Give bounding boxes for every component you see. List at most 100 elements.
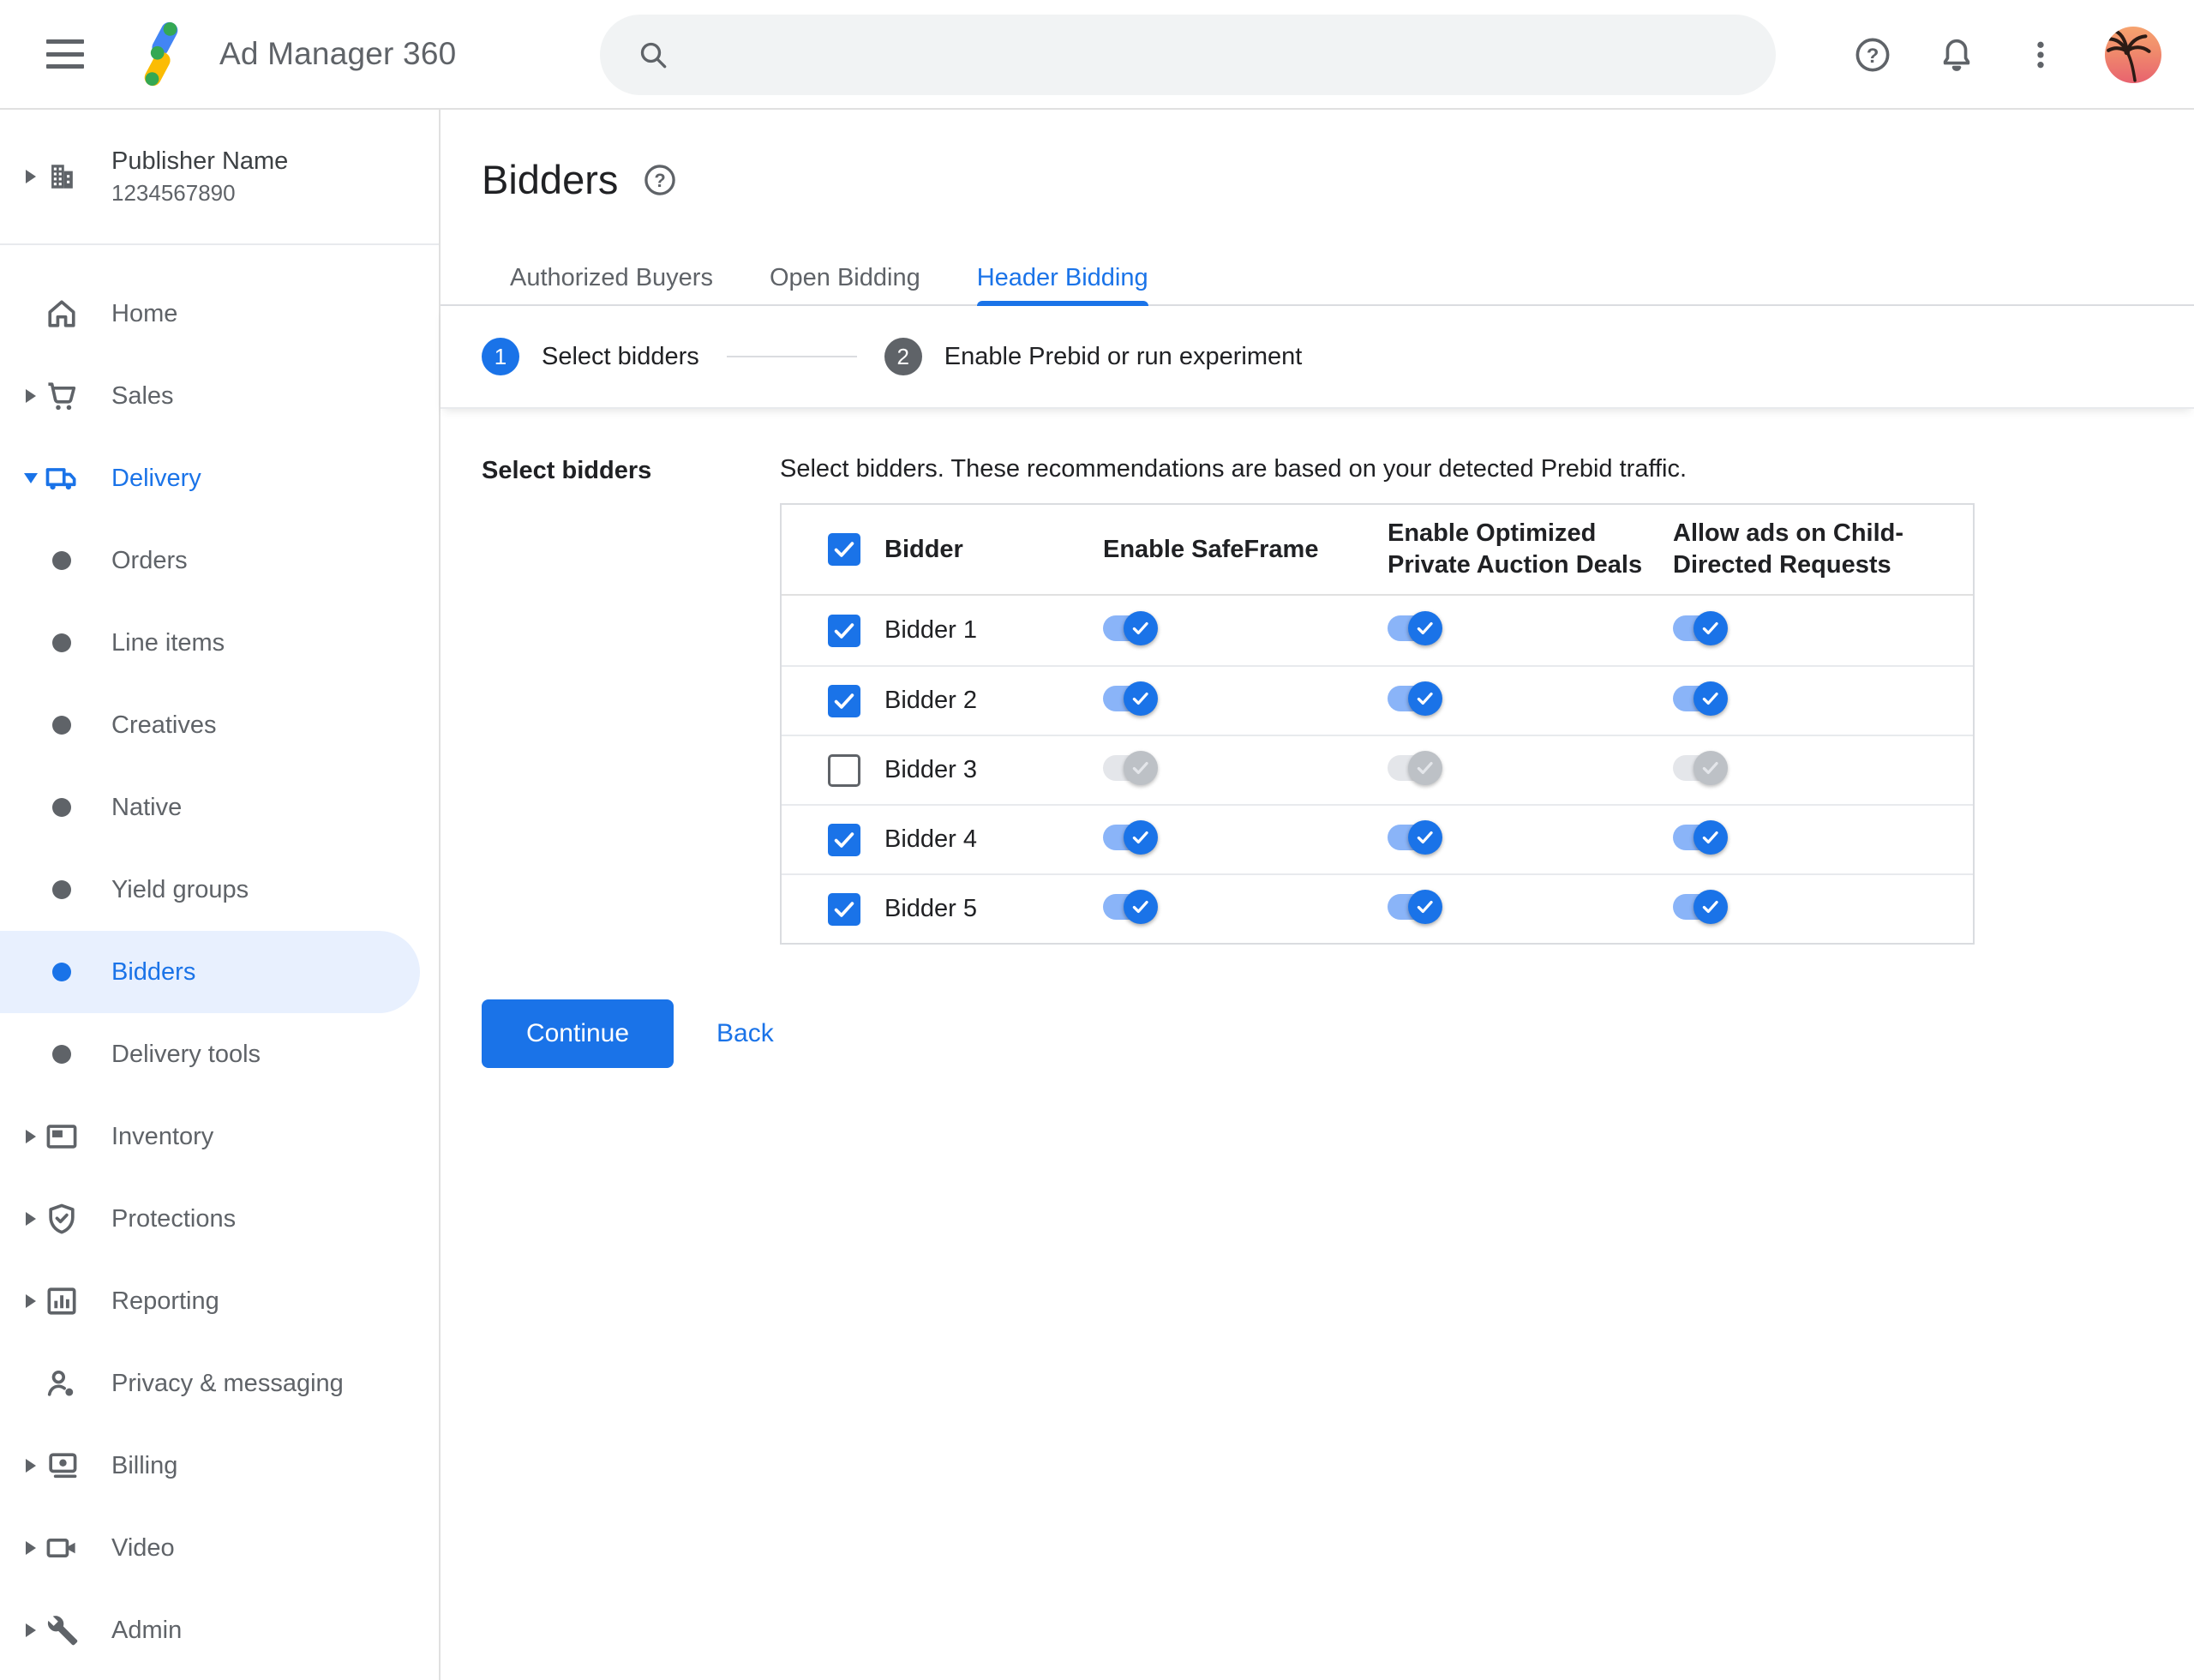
child-directed-toggle[interactable]: [1673, 610, 1728, 646]
sidebar-item-label: Native: [111, 793, 183, 821]
safeframe-toggle[interactable]: [1103, 750, 1158, 786]
search-bar[interactable]: [600, 15, 1776, 95]
optimized-deals-toggle[interactable]: [1388, 889, 1442, 925]
bar-chart-icon: [41, 1281, 82, 1322]
caret-right-icon: [22, 1457, 39, 1474]
sidebar-item-label: Billing: [111, 1451, 178, 1479]
continue-button[interactable]: Continue: [482, 999, 674, 1068]
step-label: Select bidders: [542, 342, 699, 370]
bullet-icon: [41, 1034, 82, 1075]
sidebar: Publisher Name 1234567890 Home Sales Del…: [0, 110, 441, 1680]
bidder-name: Bidder 2: [884, 687, 978, 714]
sidebar-item-video[interactable]: Video: [0, 1507, 439, 1589]
optimized-deals-toggle[interactable]: [1388, 819, 1442, 855]
stepper: 1 Select bidders 2 Enable Prebid or run …: [441, 306, 2194, 409]
bullet-icon: [41, 951, 82, 993]
sidebar-item-native[interactable]: Native: [0, 766, 439, 849]
select-bidders-section: Select bidders Select bidders. These rec…: [441, 409, 2194, 945]
optimized-deals-toggle[interactable]: [1388, 681, 1442, 717]
topbar-actions: ?: [1853, 0, 2161, 110]
page-help-icon[interactable]: ?: [642, 162, 678, 198]
sidebar-item-label: Home: [111, 299, 178, 327]
more-vert-icon[interactable]: [2021, 35, 2060, 75]
search-input[interactable]: [670, 15, 1776, 95]
bidder-name: Bidder 1: [884, 616, 978, 644]
home-icon: [41, 293, 82, 334]
tab-authorized-buyers[interactable]: Authorized Buyers: [482, 251, 741, 304]
step-label: Enable Prebid or run experiment: [944, 342, 1303, 370]
step-enable-prebid: 2 Enable Prebid or run experiment: [884, 338, 1303, 375]
sidebar-item-sales[interactable]: Sales: [0, 355, 439, 437]
sidebar-item-bidders[interactable]: Bidders: [0, 931, 420, 1013]
safeframe-toggle[interactable]: [1103, 610, 1158, 646]
sidebar-item-admin[interactable]: Admin: [0, 1589, 439, 1671]
child-directed-toggle[interactable]: [1673, 889, 1728, 925]
column-header-child-directed: Allow ads on Child-Directed Requests: [1673, 519, 1904, 579]
search-icon: [640, 42, 667, 69]
inventory-icon: [41, 1116, 82, 1157]
table-row: Bidder 3: [782, 735, 1973, 804]
column-header-safeframe: Enable SafeFrame: [1103, 535, 1319, 563]
avatar[interactable]: [2105, 27, 2161, 83]
optimized-deals-toggle[interactable]: [1388, 750, 1442, 786]
child-directed-toggle[interactable]: [1673, 681, 1728, 717]
tab-header-bidding[interactable]: Header Bidding: [949, 251, 1177, 306]
sidebar-item-label: Orders: [111, 546, 188, 574]
sidebar-item-label: Line items: [111, 628, 225, 657]
child-directed-toggle[interactable]: [1673, 750, 1728, 786]
safeframe-toggle[interactable]: [1103, 889, 1158, 925]
help-icon[interactable]: ?: [1853, 35, 1892, 75]
cart-icon: [41, 375, 82, 417]
row-checkbox[interactable]: [828, 823, 860, 856]
optimized-deals-toggle[interactable]: [1388, 610, 1442, 646]
child-directed-toggle[interactable]: [1673, 819, 1728, 855]
publisher-selector[interactable]: Publisher Name 1234567890: [0, 110, 439, 245]
safeframe-toggle[interactable]: [1103, 819, 1158, 855]
sidebar-item-label: Protections: [111, 1204, 237, 1233]
caret-right-icon: [22, 1293, 39, 1310]
row-checkbox[interactable]: [828, 684, 860, 717]
step-select-bidders: 1 Select bidders: [482, 338, 699, 375]
row-checkbox[interactable]: [828, 753, 860, 787]
section-description: Select bidders. These recommendations ar…: [780, 455, 1687, 483]
row-checkbox[interactable]: [828, 892, 860, 926]
tab-open-bidding[interactable]: Open Bidding: [741, 251, 949, 304]
caret-right-icon: [22, 1539, 39, 1557]
sidebar-item-home[interactable]: Home: [0, 273, 439, 355]
sidebar-item-delivery[interactable]: Delivery: [0, 437, 439, 519]
sidebar-item-inventory[interactable]: Inventory: [0, 1095, 439, 1178]
select-all-checkbox[interactable]: [828, 533, 860, 566]
sidebar-item-orders[interactable]: Orders: [0, 519, 439, 602]
sidebar-item-creatives[interactable]: Creatives: [0, 684, 439, 766]
sidebar-item-reporting[interactable]: Reporting: [0, 1260, 439, 1342]
sidebar-item-label: Delivery tools: [111, 1040, 261, 1068]
sidebar-item-privacy-messaging[interactable]: Privacy & messaging: [0, 1342, 439, 1425]
bullet-icon: [41, 869, 82, 910]
back-button[interactable]: Back: [716, 1019, 774, 1048]
sidebar-item-protections[interactable]: Protections: [0, 1178, 439, 1260]
caret-down-icon: [22, 470, 39, 487]
safeframe-toggle[interactable]: [1103, 681, 1158, 717]
row-checkbox[interactable]: [828, 614, 860, 647]
sidebar-item-label: Inventory: [111, 1122, 214, 1150]
caret-right-icon: [22, 1128, 39, 1145]
main-content: Bidders ? Authorized Buyers Open Bidding…: [441, 110, 2194, 1680]
sidebar-item-line-items[interactable]: Line items: [0, 602, 439, 684]
sidebar-item-label: Video: [111, 1533, 175, 1562]
caret-right-icon: [22, 1622, 39, 1639]
ad-manager-app: Ad Manager 360 ? Publisher Name 12345678…: [0, 0, 2194, 1680]
menu-icon[interactable]: [46, 39, 84, 69]
bullet-icon: [41, 787, 82, 828]
sidebar-item-delivery-tools[interactable]: Delivery tools: [0, 1013, 439, 1095]
sidebar-item-label: Delivery: [111, 464, 201, 492]
publisher-code: 1234567890: [111, 179, 236, 206]
sidebar-item-billing[interactable]: Billing: [0, 1425, 439, 1507]
shield-check-icon: [41, 1198, 82, 1239]
notifications-icon[interactable]: [1937, 35, 1976, 75]
bidder-name: Bidder 4: [884, 825, 978, 853]
sidebar-nav: Home Sales Delivery Orders Line items Cr…: [0, 245, 439, 1671]
sidebar-item-yield-groups[interactable]: Yield groups: [0, 849, 439, 931]
bidder-name: Bidder 5: [884, 895, 978, 922]
topbar: Ad Manager 360 ?: [0, 0, 2194, 110]
table-row: Bidder 1: [782, 596, 1973, 665]
